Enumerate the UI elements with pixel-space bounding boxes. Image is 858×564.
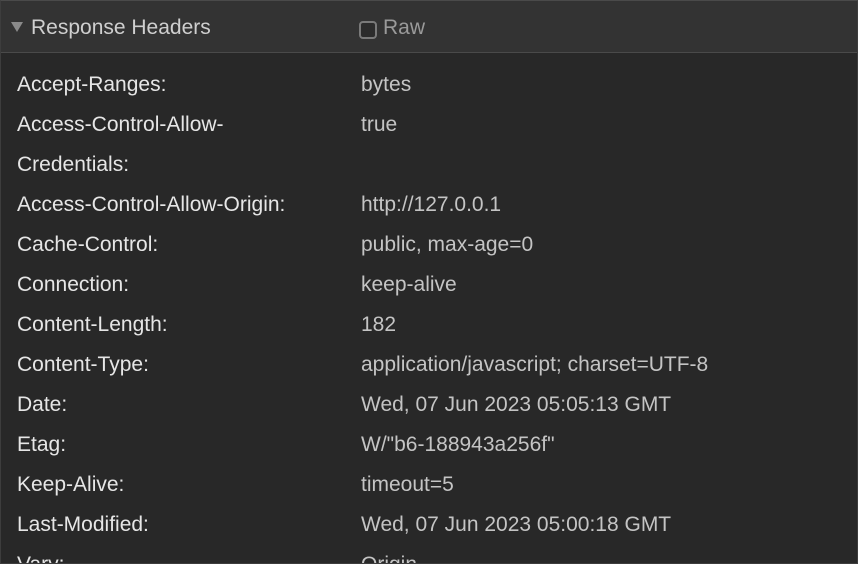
header-value: W/"b6-188943a256f" [361, 433, 555, 456]
response-headers-panel: Response Headers Raw Accept-Ranges: byte… [0, 0, 858, 564]
header-value: keep-alive [361, 273, 457, 296]
header-key: Accept-Ranges: [17, 73, 167, 96]
header-key: Content-Type: [17, 353, 149, 376]
triangle-down-icon[interactable] [11, 22, 23, 32]
header-value: Origin [361, 545, 417, 563]
headers-list: Accept-Ranges: bytes Access-Control-Allo… [1, 65, 857, 563]
header-row: Cache-Control: public, max-age=0 [1, 225, 857, 265]
header-row: Access-Control-Allow-Origin: http://127.… [1, 185, 857, 225]
header-row: Date: Wed, 07 Jun 2023 05:05:13 GMT [1, 385, 857, 425]
section-title[interactable]: Response Headers [31, 15, 211, 41]
header-key: Vary: [17, 545, 339, 563]
header-row: Last-Modified: Wed, 07 Jun 2023 05:00:18… [1, 505, 857, 545]
header-key-line: Access-Control-Allow- [17, 113, 224, 136]
header-key: Cache-Control: [17, 233, 159, 256]
header-key: Date: [17, 393, 68, 416]
raw-toggle[interactable]: Raw [359, 15, 425, 41]
header-row: Accept-Ranges: bytes [1, 65, 857, 105]
header-value: http://127.0.0.1 [361, 193, 502, 216]
header-row: Connection: keep-alive [1, 265, 857, 305]
header-value: application/javascript; charset=UTF-8 [361, 353, 709, 376]
header-key: Connection: [17, 273, 130, 296]
header-key: Access-Control-Allow-Origin: [17, 193, 286, 216]
header-key: Keep-Alive: [17, 473, 125, 496]
header-row: Content-Length: 182 [1, 305, 857, 345]
header-value: Wed, 07 Jun 2023 05:00:18 GMT [361, 513, 672, 536]
header-row: Access-Control-Allow- Credentials: true [1, 105, 857, 185]
header-key: Content-Length: [17, 313, 168, 336]
header-key: Etag: [17, 433, 67, 456]
section-header[interactable]: Response Headers Raw [1, 1, 857, 53]
header-row: Etag: W/"b6-188943a256f" [1, 425, 857, 465]
header-key: Last-Modified: [17, 513, 149, 536]
header-value: Wed, 07 Jun 2023 05:05:13 GMT [361, 393, 672, 416]
header-row: Content-Type: application/javascript; ch… [1, 345, 857, 385]
header-key-line: Credentials: [17, 153, 130, 176]
header-value: 182 [361, 313, 397, 336]
header-value: bytes [361, 73, 412, 96]
header-row: Keep-Alive: timeout=5 [1, 465, 857, 505]
header-value: true [361, 113, 398, 136]
header-value: timeout=5 [361, 473, 454, 496]
raw-checkbox[interactable] [359, 21, 377, 39]
header-value: public, max-age=0 [361, 233, 534, 256]
raw-label[interactable]: Raw [383, 15, 425, 41]
header-row: Vary: Origin [1, 545, 857, 563]
header-key: Access-Control-Allow- Credentials: [17, 105, 339, 185]
